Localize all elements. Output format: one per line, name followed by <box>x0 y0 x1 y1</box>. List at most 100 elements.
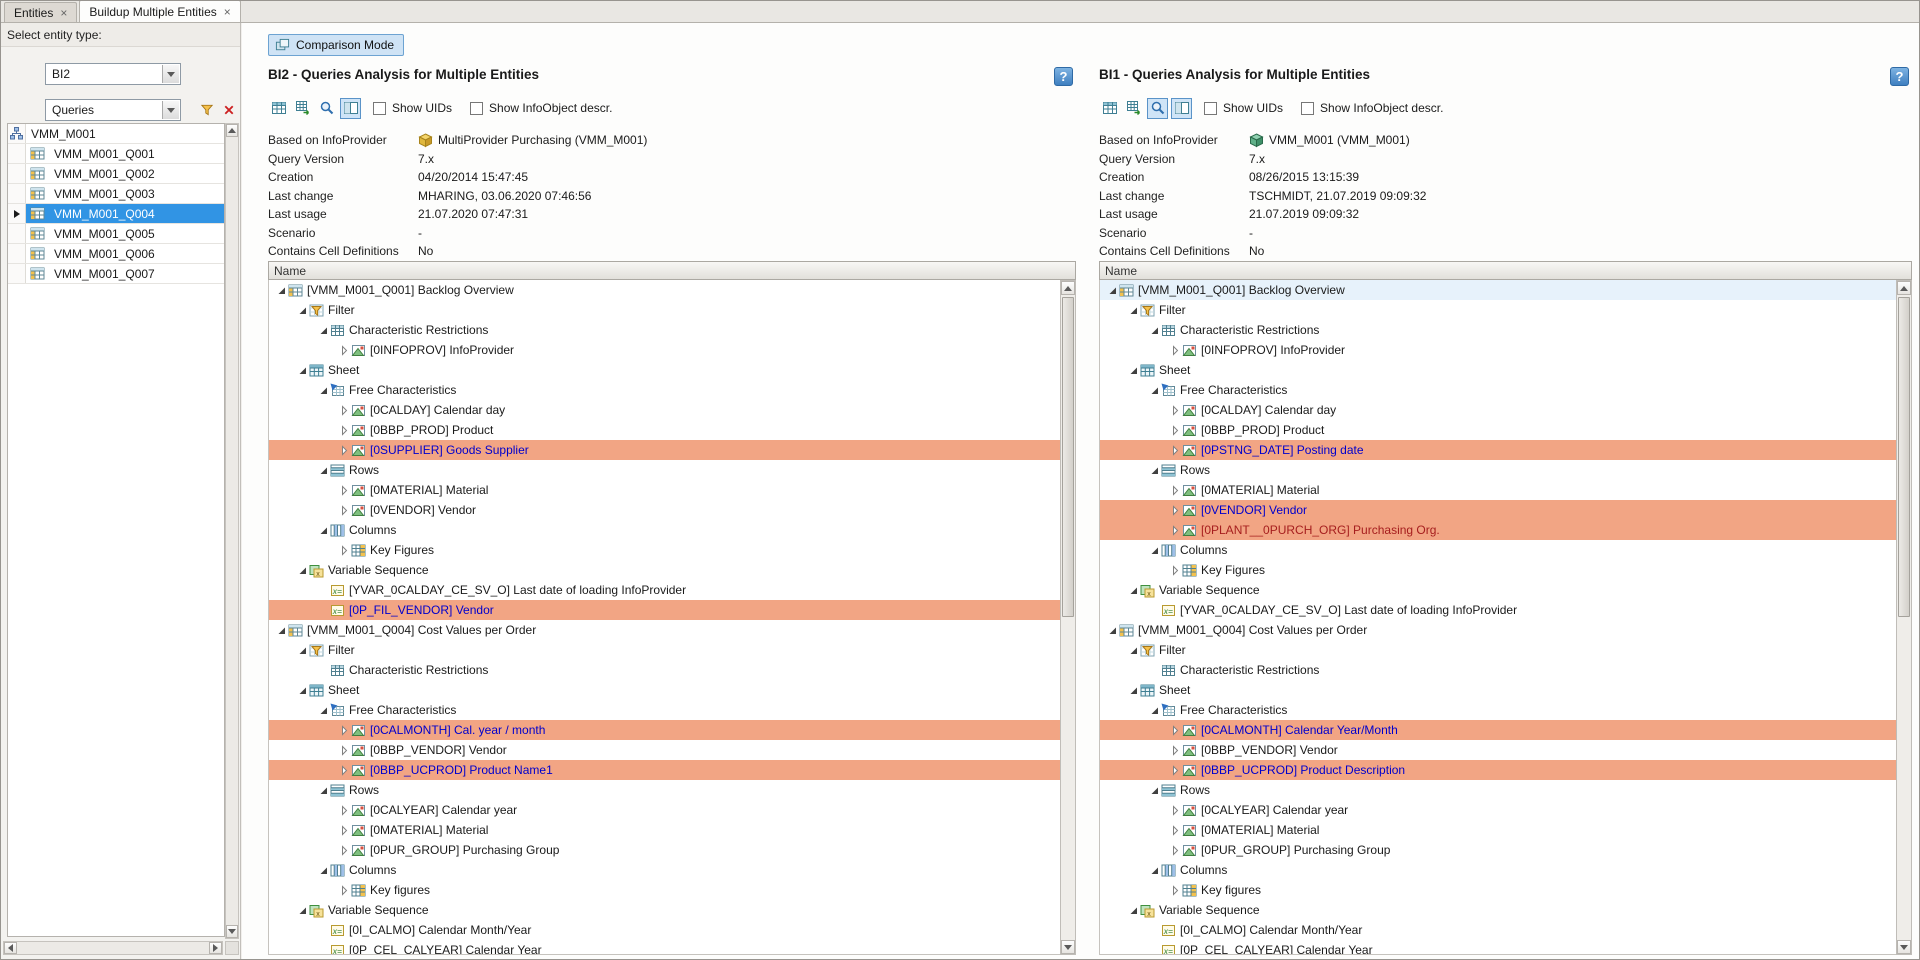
collapse-icon[interactable] <box>1106 284 1119 296</box>
close-icon[interactable]: × <box>224 7 231 17</box>
table-view-button[interactable] <box>1099 98 1120 119</box>
tree-row[interactable]: Sheet <box>1100 680 1896 700</box>
tree-row[interactable]: Key Figures <box>269 540 1060 560</box>
collapse-icon[interactable] <box>317 524 330 536</box>
list-item[interactable]: VMM_M001_Q003 <box>8 184 224 204</box>
collapse-icon[interactable] <box>317 704 330 716</box>
tree-scrollbar[interactable] <box>1060 280 1076 955</box>
expand-icon[interactable] <box>338 344 351 356</box>
tree-row[interactable]: Rows <box>269 460 1060 480</box>
tree-row[interactable]: [0INFOPROV] InfoProvider <box>269 340 1060 360</box>
collapse-icon[interactable] <box>275 284 288 296</box>
scrollbar-thumb[interactable] <box>1898 297 1910 617</box>
tree-row[interactable]: [0PUR_GROUP] Purchasing Group <box>1100 840 1896 860</box>
collapse-icon[interactable] <box>1148 384 1161 396</box>
tree-row[interactable]: Rows <box>269 780 1060 800</box>
expand-icon[interactable] <box>1169 744 1182 756</box>
list-item-root[interactable]: VMM_M001 <box>8 124 224 144</box>
tree-row[interactable]: [0CALMONTH] Calendar Year/Month <box>1100 720 1896 740</box>
table-view-button[interactable] <box>268 98 289 119</box>
chevron-down-icon[interactable] <box>162 65 179 83</box>
tree-row[interactable]: xVariable Sequence <box>269 560 1060 580</box>
checkbox[interactable] <box>470 102 483 115</box>
tab-buildup-multiple-entities[interactable]: Buildup Multiple Entities × <box>79 0 240 22</box>
sidebar-horizontal-scrollbar[interactable] <box>3 941 223 955</box>
expand-icon[interactable] <box>1169 564 1182 576</box>
collapse-icon[interactable] <box>275 624 288 636</box>
close-icon[interactable]: × <box>60 8 67 18</box>
scroll-right-button[interactable] <box>209 942 222 954</box>
sidebar-vertical-scrollbar[interactable] <box>225 123 239 939</box>
tree-scrollbar[interactable] <box>1896 280 1912 955</box>
list-item[interactable]: VMM_M001_Q006 <box>8 244 224 264</box>
collapse-icon[interactable] <box>1106 624 1119 636</box>
tree-row[interactable]: Free Characteristics <box>1100 700 1896 720</box>
collapse-icon[interactable] <box>1148 864 1161 876</box>
comparison-mode-button[interactable]: Comparison Mode <box>268 34 404 56</box>
collapse-icon[interactable] <box>1127 904 1140 916</box>
collapse-icon[interactable] <box>296 304 309 316</box>
scroll-down-button[interactable] <box>1897 940 1911 954</box>
tree-row[interactable]: [0INFOPROV] InfoProvider <box>1100 340 1896 360</box>
tree-row[interactable]: [VMM_M001_Q001] Backlog Overview <box>1100 280 1896 300</box>
filter-button[interactable] <box>197 100 217 120</box>
collapse-icon[interactable] <box>1127 584 1140 596</box>
hierarchy-view-button[interactable] <box>292 98 313 119</box>
list-item[interactable]: VMM_M001_Q004 <box>8 204 224 224</box>
expand-icon[interactable] <box>338 884 351 896</box>
expand-icon[interactable] <box>338 504 351 516</box>
tree-row[interactable]: [0MATERIAL] Material <box>269 480 1060 500</box>
expand-icon[interactable] <box>338 424 351 436</box>
tree-row[interactable]: [VMM_M001_Q001] Backlog Overview <box>269 280 1060 300</box>
collapse-icon[interactable] <box>317 864 330 876</box>
entity-type-select[interactable]: BI2 <box>45 63 181 85</box>
expand-icon[interactable] <box>1169 344 1182 356</box>
tree-row[interactable]: Filter <box>269 300 1060 320</box>
tree-row[interactable]: Rows <box>1100 460 1896 480</box>
collapse-icon[interactable] <box>317 784 330 796</box>
scroll-up-button[interactable] <box>1061 281 1075 295</box>
tree-row[interactable]: [0MATERIAL] Material <box>269 820 1060 840</box>
scroll-up-button[interactable] <box>226 124 238 137</box>
tree-row[interactable]: x=[0I_CALMO] Calendar Month/Year <box>269 920 1060 940</box>
expand-icon[interactable] <box>1169 724 1182 736</box>
tree-row[interactable]: Key figures <box>269 880 1060 900</box>
hierarchy-view-button[interactable] <box>1123 98 1144 119</box>
collapse-icon[interactable] <box>1127 644 1140 656</box>
tree-row[interactable]: [VMM_M001_Q004] Cost Values per Order <box>269 620 1060 640</box>
tree-row[interactable]: [0VENDOR] Vendor <box>269 500 1060 520</box>
tree-row[interactable]: [0BBP_PROD] Product <box>1100 420 1896 440</box>
tree-row[interactable]: [0CALDAY] Calendar day <box>269 400 1060 420</box>
collapse-icon[interactable] <box>296 684 309 696</box>
tree-row[interactable]: [0CALMONTH] Cal. year / month <box>269 720 1060 740</box>
tree-row[interactable]: Filter <box>1100 640 1896 660</box>
tree-row[interactable]: Sheet <box>1100 360 1896 380</box>
tab-entities[interactable]: Entities × <box>4 2 77 22</box>
tree-row[interactable]: Free Characteristics <box>1100 380 1896 400</box>
tree-row[interactable]: Rows <box>1100 780 1896 800</box>
tree-row[interactable]: [0BBP_UCPROD] Product Name1 <box>269 760 1060 780</box>
chevron-down-icon[interactable] <box>162 101 179 119</box>
list-item[interactable]: VMM_M001_Q005 <box>8 224 224 244</box>
collapse-icon[interactable] <box>317 384 330 396</box>
expand-icon[interactable] <box>338 444 351 456</box>
expand-icon[interactable] <box>338 544 351 556</box>
tree-row[interactable]: [0CALYEAR] Calendar year <box>1100 800 1896 820</box>
tree-row[interactable]: [0BBP_VENDOR] Vendor <box>1100 740 1896 760</box>
expand-icon[interactable] <box>1169 764 1182 776</box>
tree-row[interactable]: [0CALDAY] Calendar day <box>1100 400 1896 420</box>
expand-icon[interactable] <box>1169 444 1182 456</box>
tree-row[interactable]: Characteristic Restrictions <box>1100 660 1896 680</box>
object-type-select[interactable]: Queries <box>45 99 181 121</box>
tree-row[interactable]: [0SUPPLIER] Goods Supplier <box>269 440 1060 460</box>
expand-icon[interactable] <box>1169 804 1182 816</box>
expand-icon[interactable] <box>1169 884 1182 896</box>
tree-row[interactable]: x=[0P_CEL_CALYEAR] Calendar Year <box>269 940 1060 955</box>
search-button[interactable] <box>316 98 337 119</box>
tree-row[interactable]: [0MATERIAL] Material <box>1100 820 1896 840</box>
expand-icon[interactable] <box>1169 484 1182 496</box>
collapse-icon[interactable] <box>296 364 309 376</box>
tree-row[interactable]: x=[YVAR_0CALDAY_CE_SV_O] Last date of lo… <box>269 580 1060 600</box>
expand-icon[interactable] <box>338 804 351 816</box>
split-view-button[interactable] <box>1171 98 1192 119</box>
